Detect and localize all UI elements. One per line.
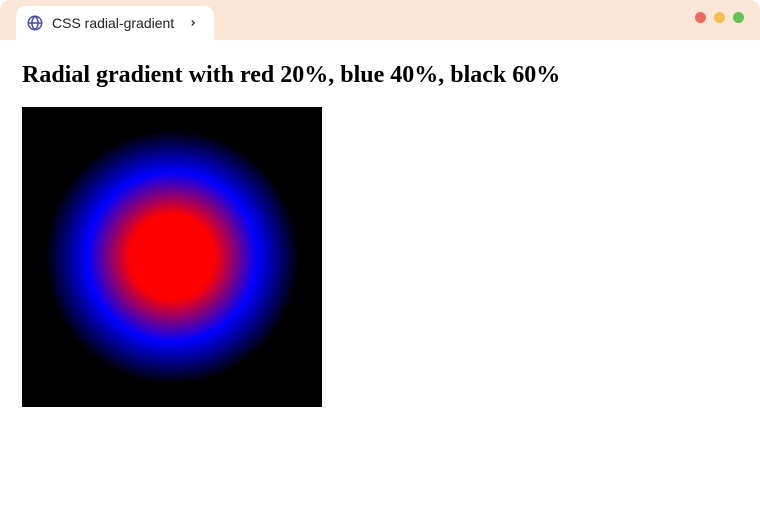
- page-title: Radial gradient with red 20%, blue 40%, …: [22, 62, 738, 89]
- radial-gradient-demo: [22, 107, 322, 407]
- browser-tab[interactable]: CSS radial-gradient: [16, 6, 214, 40]
- browser-window: CSS radial-gradient Radial gradient with…: [0, 0, 760, 509]
- page-content: Radial gradient with red 20%, blue 40%, …: [0, 40, 760, 429]
- window-controls: [695, 12, 744, 23]
- maximize-window-button[interactable]: [733, 12, 744, 23]
- globe-icon: [26, 14, 44, 32]
- chevron-right-icon: [188, 18, 198, 28]
- titlebar: CSS radial-gradient: [0, 0, 760, 40]
- tab-title: CSS radial-gradient: [52, 15, 174, 31]
- minimize-window-button[interactable]: [714, 12, 725, 23]
- close-window-button[interactable]: [695, 12, 706, 23]
